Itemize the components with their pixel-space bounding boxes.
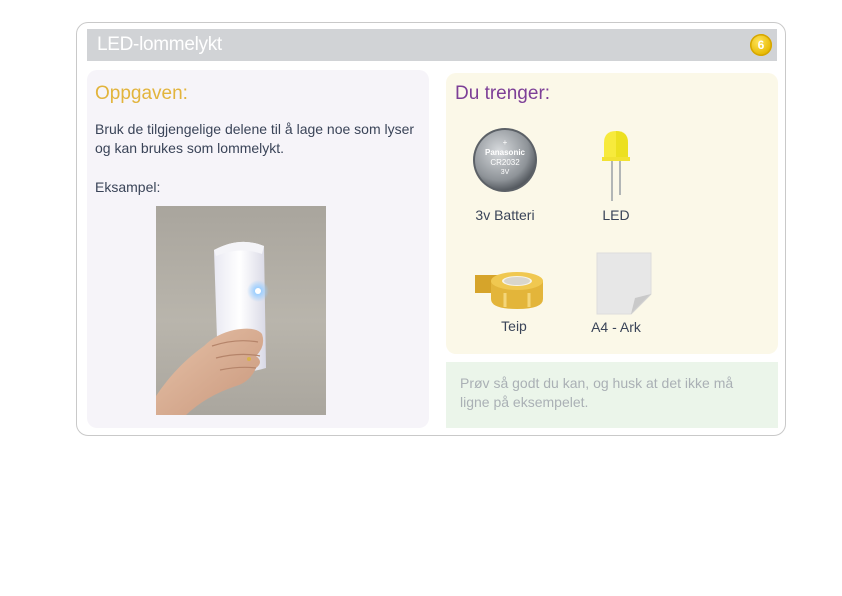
example-label: Eksampel: (95, 179, 161, 195)
task-description: Bruk de tilgjengelige delene til å lage … (95, 121, 415, 156)
coin-battery-icon: Panasonic CR2032 3V + (473, 128, 537, 192)
led-label: LED (602, 207, 630, 223)
title-bar: LED-lommelykt 6 (87, 29, 777, 61)
material-battery: Panasonic CR2032 3V + 3v Batteri (450, 127, 560, 227)
paper-label: A4 - Ark (591, 319, 641, 335)
tape-label: Teip (501, 318, 527, 334)
battery-brand: Panasonic (485, 148, 526, 157)
materials-panel: Du trenger: Panasonic CR2032 3V + 3v Bat (446, 73, 778, 354)
tip-text: Prøv så godt du kan, og husk at det ikke… (460, 375, 734, 410)
task-panel: Oppgaven: Bruk de tilgjengelige delene t… (87, 70, 429, 428)
example-photo (156, 206, 326, 415)
paper-sheet-icon (596, 252, 652, 315)
material-led: LED (561, 129, 671, 229)
led-icon (602, 131, 630, 201)
task-heading: Oppgaven: (95, 83, 188, 104)
battery-voltage: 3V (501, 169, 510, 176)
flashlight-photo-illustration (156, 241, 269, 415)
tip-panel: Prøv så godt du kan, og husk at det ikke… (446, 362, 778, 428)
task-card: LED-lommelykt 6 Oppgaven: Bruk de tilgje… (76, 22, 786, 436)
materials-heading: Du trenger: (455, 83, 551, 104)
card-title: LED-lommelykt (97, 34, 222, 55)
material-paper: A4 - Ark (561, 252, 671, 342)
tape-roll-icon (475, 272, 543, 309)
battery-label: 3v Batteri (475, 207, 535, 223)
material-tape: Teip (459, 269, 569, 339)
battery-model: CR2032 (490, 158, 520, 167)
svg-text:+: + (503, 138, 508, 147)
number-badge: 6 (750, 34, 772, 56)
